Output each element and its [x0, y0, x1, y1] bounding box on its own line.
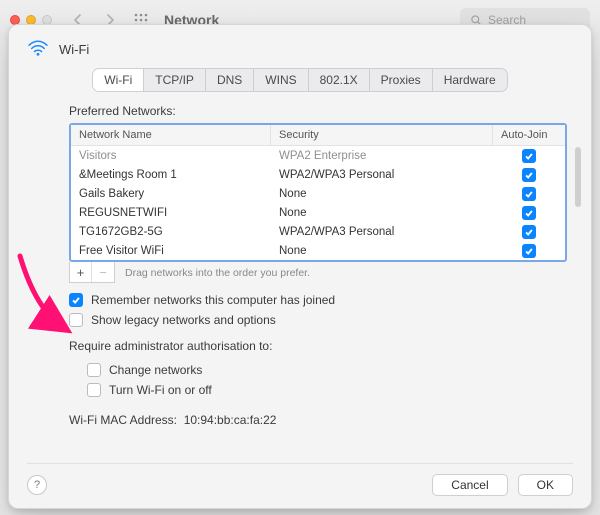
- admin-auth-label: Require administrator authorisation to:: [69, 339, 567, 353]
- remove-network-button[interactable]: −: [92, 262, 114, 282]
- wifi-icon: [27, 39, 49, 60]
- auto-join-checkbox[interactable]: [522, 149, 536, 163]
- table-row[interactable]: TG1672GB2-5G WPA2/WPA3 Personal: [71, 222, 565, 241]
- column-auto-join[interactable]: Auto-Join: [493, 125, 565, 145]
- remember-networks-label: Remember networks this computer has join…: [91, 293, 335, 307]
- cell-network-name: &Meetings Room 1: [71, 169, 271, 181]
- turn-wifi-checkbox[interactable]: [87, 383, 101, 397]
- preferred-networks-table[interactable]: Network Name Security Auto-Join Visitors…: [69, 123, 567, 262]
- cell-network-name: Free Visitor WiFi: [71, 245, 271, 257]
- cell-security: None: [271, 245, 493, 257]
- change-networks-row[interactable]: Change networks: [87, 363, 567, 377]
- tab-dns[interactable]: DNS: [206, 69, 254, 91]
- table-header: Network Name Security Auto-Join: [71, 125, 565, 146]
- table-row[interactable]: Visitors WPA2 Enterprise: [71, 146, 565, 165]
- auto-join-checkbox[interactable]: [522, 187, 536, 201]
- scroll-thumb[interactable]: [575, 147, 581, 207]
- table-scrollbar[interactable]: [575, 143, 581, 258]
- table-row[interactable]: Gails Bakery None: [71, 184, 565, 203]
- cell-security: WPA2 Enterprise: [271, 150, 493, 162]
- turn-wifi-label: Turn Wi-Fi on or off: [109, 383, 212, 397]
- cell-security: WPA2/WPA3 Personal: [271, 169, 493, 181]
- tab-wins[interactable]: WINS: [254, 69, 308, 91]
- help-button[interactable]: ?: [27, 475, 47, 495]
- cancel-button[interactable]: Cancel: [432, 474, 507, 496]
- remember-networks-checkbox[interactable]: [69, 293, 83, 307]
- tab-8021x[interactable]: 802.1X: [309, 69, 370, 91]
- turn-wifi-row[interactable]: Turn Wi-Fi on or off: [87, 383, 567, 397]
- tab-wifi[interactable]: Wi-Fi: [93, 69, 144, 91]
- mac-address-line: Wi-Fi MAC Address: 10:94:bb:ca:fa:22: [69, 413, 567, 427]
- tab-proxies[interactable]: Proxies: [370, 69, 433, 91]
- legacy-networks-row[interactable]: Show legacy networks and options: [69, 313, 567, 327]
- column-security[interactable]: Security: [271, 125, 493, 145]
- cell-network-name: Visitors: [71, 150, 271, 162]
- change-networks-checkbox[interactable]: [87, 363, 101, 377]
- advanced-sheet: Wi-Fi Wi-Fi TCP/IP DNS WINS 802.1X Proxi…: [8, 24, 592, 509]
- table-row[interactable]: REGUSNETWIFI None: [71, 203, 565, 222]
- table-row[interactable]: Free Visitor WiFi None: [71, 241, 565, 260]
- auto-join-checkbox[interactable]: [522, 244, 536, 258]
- cell-network-name: Gails Bakery: [71, 188, 271, 200]
- cell-security: None: [271, 207, 493, 219]
- legacy-networks-label: Show legacy networks and options: [91, 313, 276, 327]
- auto-join-checkbox[interactable]: [522, 206, 536, 220]
- preferred-networks-label: Preferred Networks:: [69, 104, 567, 118]
- cell-security: WPA2/WPA3 Personal: [271, 226, 493, 238]
- change-networks-label: Change networks: [109, 363, 202, 377]
- cell-security: None: [271, 188, 493, 200]
- drag-hint: Drag networks into the order you prefer.: [125, 267, 310, 279]
- auto-join-checkbox[interactable]: [522, 225, 536, 239]
- legacy-networks-checkbox[interactable]: [69, 313, 83, 327]
- mac-address-label: Wi-Fi MAC Address:: [69, 413, 177, 427]
- ok-button[interactable]: OK: [518, 474, 573, 496]
- auto-join-checkbox[interactable]: [522, 168, 536, 182]
- cell-network-name: TG1672GB2-5G: [71, 226, 271, 238]
- remember-networks-row[interactable]: Remember networks this computer has join…: [69, 293, 567, 307]
- mac-address-value: 10:94:bb:ca:fa:22: [184, 413, 277, 427]
- sheet-title: Wi-Fi: [59, 42, 89, 57]
- table-body: Visitors WPA2 Enterprise &Meetings Room …: [71, 146, 565, 260]
- tab-hardware[interactable]: Hardware: [433, 69, 507, 91]
- tab-bar: Wi-Fi TCP/IP DNS WINS 802.1X Proxies Har…: [92, 68, 507, 92]
- add-remove-buttons: + −: [69, 262, 115, 283]
- table-row[interactable]: &Meetings Room 1 WPA2/WPA3 Personal: [71, 165, 565, 184]
- add-network-button[interactable]: +: [70, 262, 92, 282]
- column-network-name[interactable]: Network Name: [71, 125, 271, 145]
- tab-tcpip[interactable]: TCP/IP: [144, 69, 206, 91]
- cell-network-name: REGUSNETWIFI: [71, 207, 271, 219]
